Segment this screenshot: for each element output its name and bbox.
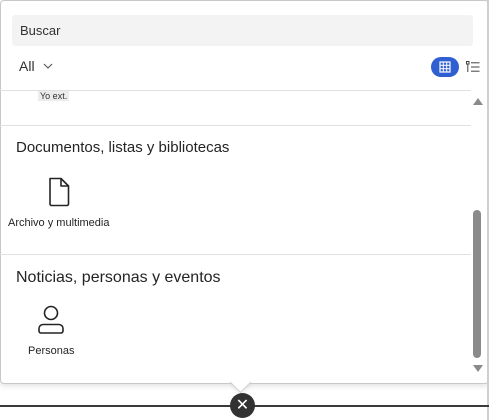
close-icon: ✕ [235,396,250,414]
scroll-down-arrow-icon[interactable] [473,365,483,372]
grid-icon [439,61,451,73]
vertical-scrollbar[interactable] [471,92,484,378]
file-icon [48,177,70,207]
partial-item-label: Yo ext. [38,91,70,101]
list-view-button[interactable] [465,59,481,75]
web-part-list[interactable]: Yo ext. Documentos, listas y bibliotecas… [0,90,471,381]
scrollbar-thumb[interactable] [473,210,481,358]
grid-view-button[interactable] [431,57,459,77]
section-title-news: Noticias, personas y eventos [16,269,221,286]
tile-file-media[interactable]: Archivo y multimedia [8,177,109,229]
section-divider [0,254,471,255]
tile-label: Personas [28,345,75,357]
tile-label: Archivo y multimedia [8,217,110,229]
scroll-up-arrow-icon[interactable] [473,98,483,105]
chevron-down-icon [43,63,52,69]
view-toggle [431,57,481,77]
tile-people[interactable]: Personas [28,305,74,357]
filter-dropdown[interactable]: All [19,58,53,74]
filter-selected: All [19,58,35,74]
section-divider [0,125,471,126]
close-button[interactable]: ✕ [230,393,255,418]
search-input[interactable] [12,15,473,46]
person-icon [38,305,65,334]
section-title-documents: Documentos, listas y bibliotecas [16,139,230,156]
list-icon [466,61,480,72]
